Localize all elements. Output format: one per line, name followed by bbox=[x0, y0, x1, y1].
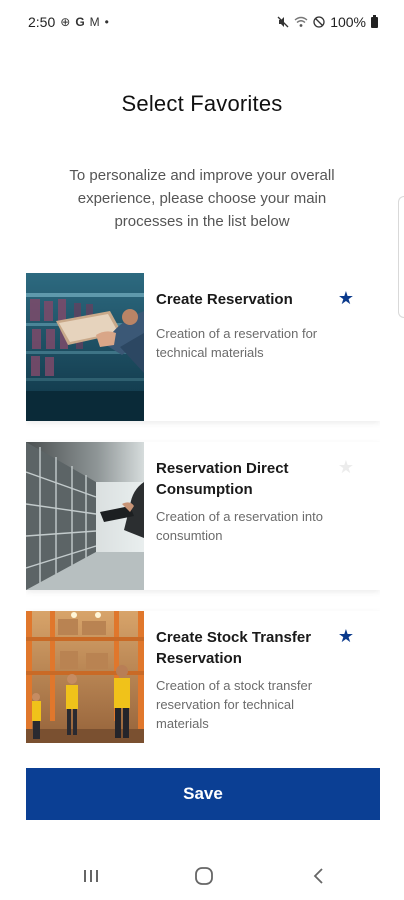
process-card[interactable]: Reservation Direct Consumption Creation … bbox=[26, 442, 380, 590]
battery-icon bbox=[371, 14, 378, 28]
dot-icon: • bbox=[104, 15, 109, 29]
status-left: 2:50 ⊕ G M • bbox=[28, 14, 109, 30]
gmail-icon: M bbox=[89, 15, 100, 29]
warehouse-workers-image bbox=[26, 611, 144, 743]
process-card-body: Create Reservation Creation of a reserva… bbox=[144, 273, 380, 421]
status-bar: 2:50 ⊕ G M • 100% bbox=[0, 0, 404, 44]
favorite-star-icon[interactable]: ★ bbox=[338, 627, 354, 645]
scroll-indicator bbox=[398, 196, 404, 318]
status-time: 2:50 bbox=[28, 14, 56, 30]
process-card-body: Reservation Direct Consumption Creation … bbox=[144, 442, 380, 590]
home-icon[interactable] bbox=[189, 866, 219, 886]
process-title: Create Reservation bbox=[156, 291, 293, 308]
wifi-icon bbox=[294, 16, 308, 27]
favorites-screen: 2:50 ⊕ G M • 100% Select Favorites To pe… bbox=[0, 0, 404, 900]
mute-icon bbox=[277, 16, 289, 28]
favorite-star-icon[interactable]: ★ bbox=[338, 289, 354, 307]
back-icon[interactable] bbox=[303, 866, 333, 886]
process-description: Creation of a reservation into consumtio… bbox=[156, 509, 323, 543]
save-button[interactable]: Save bbox=[26, 768, 380, 820]
process-description: Creation of a reservation for technical … bbox=[156, 326, 318, 360]
google-icon: G bbox=[75, 15, 85, 29]
process-card[interactable]: Create Stock Transfer Reservation Creati… bbox=[26, 611, 380, 743]
status-right: 100% bbox=[277, 14, 378, 30]
favorite-star-icon[interactable]: ★ bbox=[338, 458, 354, 476]
intro-text: To personalize and improve your overall … bbox=[69, 167, 335, 230]
warehouse-aisle-image bbox=[26, 442, 144, 590]
process-card[interactable]: Create Reservation Creation of a reserva… bbox=[26, 273, 380, 421]
warehouse-tablet-image bbox=[26, 273, 144, 421]
process-card-body: Create Stock Transfer Reservation Creati… bbox=[144, 611, 380, 743]
recent-apps-icon[interactable] bbox=[76, 866, 106, 886]
process-description: Creation of a stock transfer reservation… bbox=[156, 678, 313, 731]
process-title: Reservation Direct Consumption bbox=[156, 460, 289, 498]
process-title: Create Stock Transfer Reservation bbox=[156, 629, 312, 667]
battery-percent: 100% bbox=[330, 14, 366, 30]
page-title: Select Favorites bbox=[121, 91, 283, 116]
system-nav-bar bbox=[0, 852, 404, 900]
do-not-disturb-icon bbox=[313, 16, 325, 28]
process-list: Create Reservation Creation of a reserva… bbox=[26, 273, 380, 743]
app-notification-icon: ⊕ bbox=[60, 15, 71, 29]
